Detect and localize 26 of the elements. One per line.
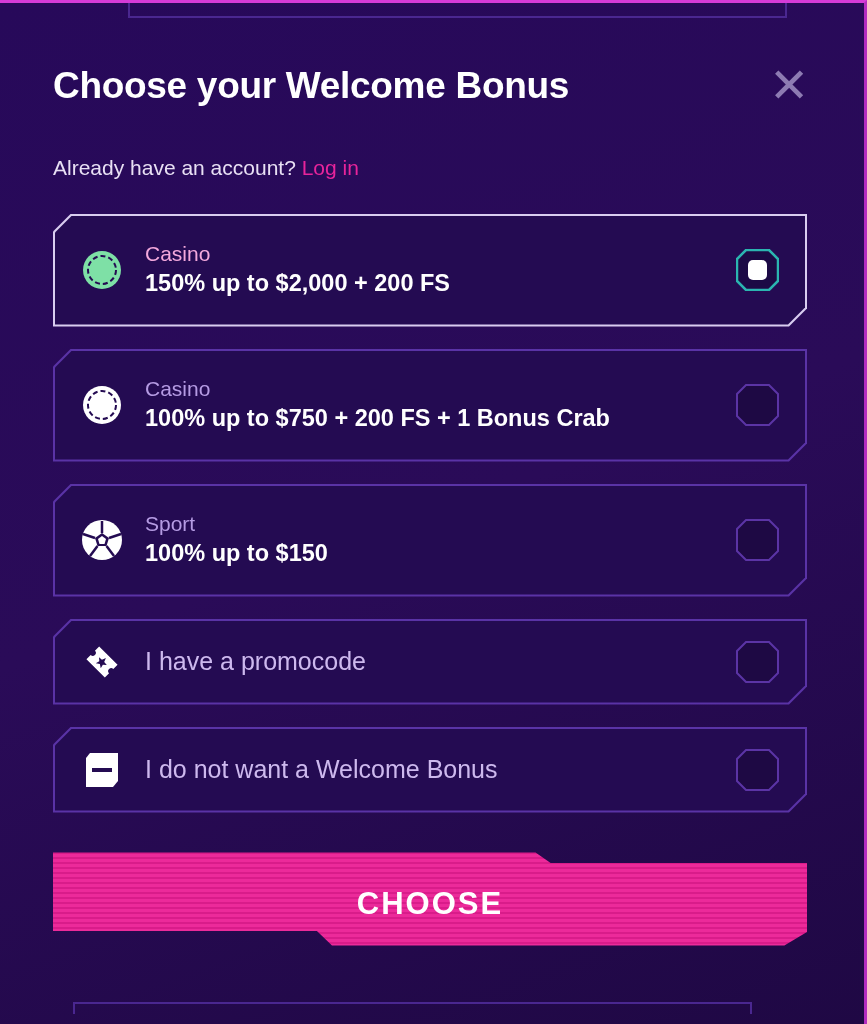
option-category: Sport xyxy=(145,512,196,536)
bonus-option[interactable]: Sport 100% up to $150 xyxy=(53,483,807,597)
option-offer: 100% up to $750 + 200 FS + 1 Bonus Crab xyxy=(145,404,610,431)
option-offer: 150% up to $2,000 + 200 FS xyxy=(145,269,450,296)
radio-button[interactable] xyxy=(736,519,779,561)
option-label: I have a promocode xyxy=(145,645,366,677)
option-category: Casino xyxy=(145,242,211,266)
close-button[interactable]: ✕ xyxy=(769,62,809,110)
bonus-option[interactable]: I have a promocode xyxy=(53,618,807,705)
minus-card-icon xyxy=(84,751,120,788)
bonus-option[interactable]: Casino 100% up to $750 + 200 FS + 1 Bonus Crab xyxy=(53,348,807,462)
radio-button[interactable] xyxy=(736,640,779,683)
login-prompt: Already have an account? xyxy=(53,156,296,179)
dialog-title: Choose your Welcome Bonus xyxy=(53,63,570,108)
radio-button[interactable] xyxy=(736,384,779,426)
poker-chip-icon xyxy=(82,385,122,425)
bonus-option[interactable]: I do not want a Welcome Bonus xyxy=(53,726,807,813)
poker-chip-icon xyxy=(82,250,122,290)
option-offer: 100% up to $150 xyxy=(145,539,328,566)
option-label: I do not want a Welcome Bonus xyxy=(145,753,498,785)
option-category: Casino xyxy=(145,377,211,401)
login-link[interactable]: Log in xyxy=(301,156,359,179)
bonus-option[interactable]: Casino 150% up to $2,000 + 200 FS xyxy=(53,213,807,327)
soccer-ball-icon xyxy=(81,519,123,561)
radio-selected[interactable] xyxy=(736,249,779,291)
radio-button[interactable] xyxy=(736,748,779,791)
